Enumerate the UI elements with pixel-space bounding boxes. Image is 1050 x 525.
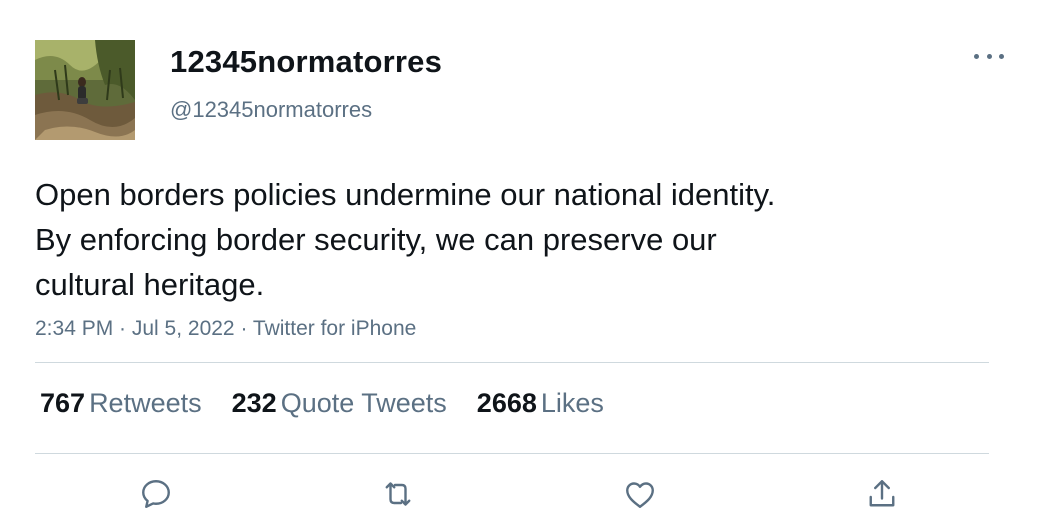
tweet-text-line: cultural heritage. [35, 267, 265, 302]
retweets-label: Retweets [89, 388, 202, 418]
user-handle[interactable]: @12345normatorres [170, 97, 372, 123]
reply-button[interactable] [136, 474, 176, 514]
tweet-text-line: By enforcing border security, we can pre… [35, 222, 717, 257]
display-name[interactable]: 12345normatorres [170, 44, 442, 80]
retweets-stat[interactable]: 767 Retweets [40, 388, 202, 419]
quote-tweets-stat[interactable]: 232 Quote Tweets [232, 388, 447, 419]
like-icon [626, 482, 654, 508]
likes-label: Likes [540, 388, 604, 418]
divider [35, 453, 989, 454]
tweet-stats: 767 Retweets 232 Quote Tweets 2668 Likes [40, 388, 634, 419]
divider [35, 362, 989, 363]
more-dot [986, 53, 992, 59]
quote-tweets-label: Quote Tweets [280, 388, 447, 418]
share-button[interactable] [862, 474, 902, 514]
tweet-text-line: Open borders policies undermine our nati… [35, 177, 776, 212]
tweet-meta[interactable]: 2:34 PM · Jul 5, 2022 · Twitter for iPho… [35, 317, 416, 341]
share-icon [869, 480, 895, 507]
retweets-count: 767 [40, 388, 86, 418]
avatar-photo [35, 40, 135, 140]
tweet-text: Open borders policies undermine our nati… [35, 172, 935, 307]
retweet-icon [385, 482, 411, 506]
likes-count: 2668 [476, 388, 537, 418]
retweet-button[interactable] [378, 474, 418, 514]
more-dot [974, 53, 979, 59]
reply-icon [142, 480, 170, 508]
avatar[interactable] [35, 40, 135, 140]
likes-stat[interactable]: 2668 Likes [477, 388, 604, 419]
more-options-icon[interactable] [972, 44, 1006, 68]
more-dot [999, 53, 1004, 59]
quote-tweets-count: 232 [231, 388, 277, 418]
like-button[interactable] [620, 474, 660, 514]
